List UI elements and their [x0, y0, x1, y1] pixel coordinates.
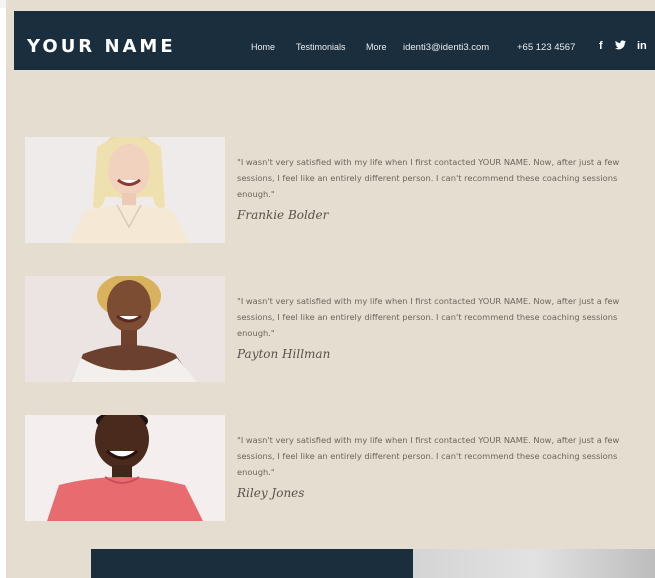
- testimonial-photo: [25, 137, 225, 243]
- site-logo[interactable]: YOUR NAME: [27, 36, 176, 57]
- testimonial-card: "I wasn't very satisfied with my life wh…: [25, 276, 650, 382]
- phone-number: +65 123 4567: [517, 42, 576, 53]
- testimonial-author: Frankie Bolder: [237, 208, 329, 222]
- testimonial-quote: "I wasn't very satisfied with my life wh…: [237, 157, 620, 199]
- footer-section-dark: [91, 549, 413, 578]
- testimonial-card: "I wasn't very satisfied with my life wh…: [25, 137, 650, 243]
- linkedin-icon[interactable]: in: [637, 40, 647, 52]
- nav-home-link[interactable]: Home: [251, 42, 275, 52]
- nav-testimonials-link[interactable]: Testimonials: [296, 42, 346, 52]
- facebook-icon[interactable]: f: [599, 40, 603, 52]
- site-header: YOUR NAME Home Testimonials More identi3…: [14, 11, 655, 70]
- testimonial-quote: "I wasn't very satisfied with my life wh…: [237, 296, 620, 338]
- testimonial-card: "I wasn't very satisfied with my life wh…: [25, 415, 650, 521]
- footer-image: [413, 549, 655, 578]
- nav-more-link[interactable]: More: [366, 42, 387, 52]
- twitter-icon[interactable]: [615, 40, 626, 53]
- testimonial-author: Payton Hillman: [237, 347, 331, 361]
- testimonial-photo: [25, 276, 225, 382]
- testimonial-photo: [25, 415, 225, 521]
- email-link[interactable]: identi3@identi3.com: [403, 42, 489, 53]
- testimonial-author: Riley Jones: [237, 486, 305, 500]
- testimonial-quote: "I wasn't very satisfied with my life wh…: [237, 435, 620, 477]
